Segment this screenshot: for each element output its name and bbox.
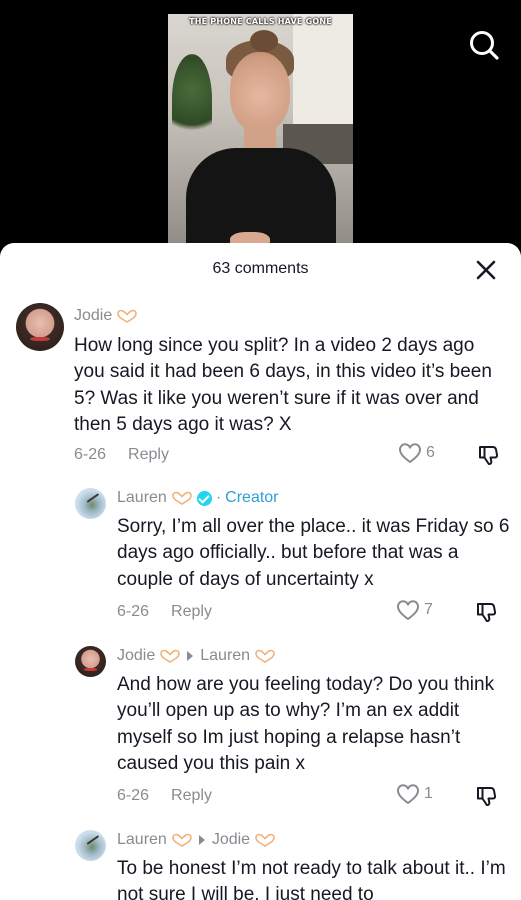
comment-item: Jodie Lauren And how are you feeling tod…	[0, 641, 521, 816]
thumbs-down-icon	[477, 603, 497, 622]
video-background-wall	[293, 14, 353, 134]
comment-meta: 6-26 Reply	[117, 603, 212, 621]
comments-header: 63 comments	[0, 243, 521, 297]
dislike-button[interactable]	[476, 443, 500, 472]
avatar[interactable]	[75, 488, 106, 519]
heart-outline-icon	[396, 784, 420, 805]
comment-author-name[interactable]: Lauren	[117, 489, 167, 507]
reply-arrow-icon	[198, 835, 205, 845]
like-button[interactable]: 6	[398, 442, 435, 464]
comment-date: 6-26	[117, 603, 150, 620]
search-button[interactable]	[467, 28, 501, 62]
heart-hands-icon	[160, 649, 181, 663]
comment-author-name[interactable]: Jodie	[74, 307, 112, 325]
search-icon	[470, 31, 499, 60]
heart-hands-icon	[255, 649, 275, 663]
comment-text: Sorry, I’m all over the place.. it was F…	[117, 516, 510, 590]
comment-text: And how are you feeling today? Do you th…	[117, 674, 495, 775]
reply-button[interactable]: Reply	[171, 603, 212, 620]
avatar[interactable]	[75, 830, 106, 861]
like-count: 1	[424, 785, 433, 802]
comment-item: Lauren · Creator Sorry, I’m all over the…	[0, 483, 521, 633]
comment-author-row: Lauren · Creator	[117, 489, 279, 507]
reply-arrow-icon	[187, 651, 194, 661]
dislike-button[interactable]	[474, 784, 498, 813]
video-person-hair-bun	[250, 30, 278, 52]
comment-author-row: Lauren Jodie	[117, 831, 276, 849]
heart-hands-icon	[172, 833, 192, 847]
thumbs-down-icon	[479, 446, 499, 465]
verified-icon	[196, 490, 212, 506]
comment-author-row: Jodie	[74, 307, 138, 325]
thumbs-down-icon	[477, 787, 497, 806]
heart-outline-icon	[398, 443, 422, 464]
creator-badge: Creator	[225, 489, 279, 506]
like-count: 6	[426, 444, 435, 461]
video-area[interactable]: THE PHONE CALLS HAVE GONE	[0, 0, 521, 250]
comment-author-name[interactable]: Jodie	[117, 647, 155, 665]
heart-hands-icon	[255, 833, 275, 847]
avatar[interactable]	[16, 303, 64, 351]
comments-count: 63 comments	[212, 260, 309, 277]
comment-date: 6-26	[74, 446, 107, 463]
heart-hands-icon	[172, 491, 192, 505]
heart-outline-icon	[396, 600, 420, 621]
reply-button[interactable]: Reply	[128, 446, 169, 463]
video-background-plant	[172, 54, 212, 144]
close-icon	[476, 260, 496, 280]
reply-to-name[interactable]: Jodie	[212, 831, 250, 849]
separator-dot: ·	[215, 489, 222, 506]
close-button[interactable]	[473, 257, 499, 283]
comment-author-name[interactable]: Lauren	[117, 831, 167, 849]
video-person-face	[230, 52, 290, 132]
like-button[interactable]: 1	[396, 783, 433, 805]
comments-sheet: 63 comments Jodie How long since you spl…	[0, 243, 521, 900]
comment-text: How long since you split? In a video 2 d…	[74, 335, 492, 436]
comment-date: 6-26	[117, 787, 150, 804]
comment-meta: 6-26 Reply	[117, 787, 212, 805]
like-button[interactable]: 7	[396, 599, 433, 621]
comment-item: Jodie How long since you split? In a vid…	[0, 297, 521, 477]
comment-item: Lauren Jodie To be honest I’m not ready …	[0, 825, 521, 900]
comment-meta: 6-26 Reply	[74, 446, 169, 464]
heart-hands-icon	[117, 309, 138, 323]
comment-author-row: Jodie Lauren	[117, 647, 276, 665]
comment-text: To be honest I’m not ready to talk about…	[117, 858, 506, 900]
video-thumbnail[interactable]: THE PHONE CALLS HAVE GONE	[168, 14, 353, 250]
avatar[interactable]	[75, 646, 106, 677]
dislike-button[interactable]	[474, 600, 498, 629]
video-caption: THE PHONE CALLS HAVE GONE	[189, 17, 332, 26]
reply-button[interactable]: Reply	[171, 787, 212, 804]
like-count: 7	[424, 601, 433, 618]
reply-to-name[interactable]: Lauren	[200, 647, 250, 665]
